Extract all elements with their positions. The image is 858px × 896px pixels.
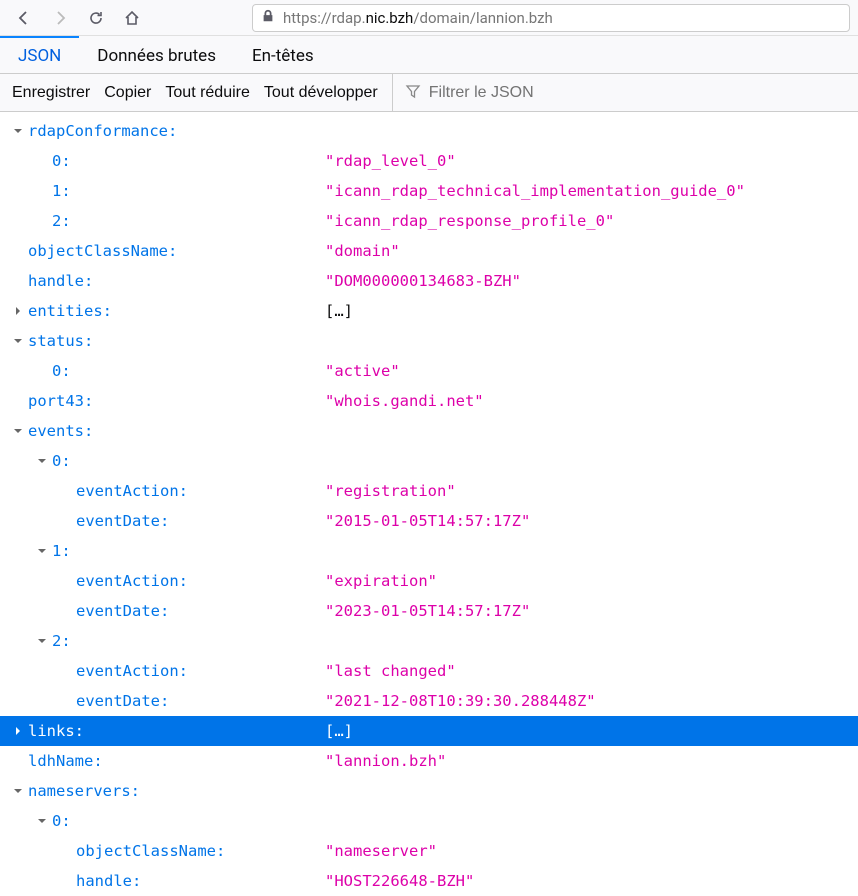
browser-navigation-bar: https://rdap.nic.bzh/domain/lannion.bzh xyxy=(0,0,858,36)
tree-row-entities[interactable]: entities:[…] xyxy=(0,296,858,326)
url-text: https://rdap.nic.bzh/domain/lannion.bzh xyxy=(283,9,553,27)
arrow-right-icon xyxy=(52,10,68,26)
tree-row-nameservers[interactable]: nameservers: xyxy=(0,776,858,806)
tree-row[interactable]: eventAction:"expiration" xyxy=(0,566,858,596)
url-bar[interactable]: https://rdap.nic.bzh/domain/lannion.bzh xyxy=(252,4,850,32)
filter-box xyxy=(392,74,846,111)
tree-row[interactable]: 0: xyxy=(0,806,858,836)
tree-row[interactable]: 1: xyxy=(0,536,858,566)
home-button[interactable] xyxy=(116,4,148,32)
save-button[interactable]: Enregistrer xyxy=(12,84,90,102)
copy-button[interactable]: Copier xyxy=(104,84,151,102)
tree-row[interactable]: handle:"HOST226648-BZH" xyxy=(0,866,858,896)
tree-row-ldhname[interactable]: ldhName:"lannion.bzh" xyxy=(0,746,858,776)
tree-row-links[interactable]: links:[…] xyxy=(0,716,858,746)
tree-row[interactable]: 1:"icann_rdap_technical_implementation_g… xyxy=(0,176,858,206)
collapse-all-button[interactable]: Tout réduire xyxy=(165,84,250,102)
chevron-down-icon[interactable] xyxy=(32,636,52,646)
tree-row[interactable]: eventDate:"2021-12-08T10:39:30.288448Z" xyxy=(0,686,858,716)
chevron-down-icon[interactable] xyxy=(8,786,28,796)
tab-headers[interactable]: En-têtes xyxy=(234,36,332,73)
chevron-down-icon[interactable] xyxy=(8,426,28,436)
funnel-icon xyxy=(405,83,421,103)
chevron-right-icon[interactable] xyxy=(8,306,28,316)
tab-raw-data[interactable]: Données brutes xyxy=(79,36,234,73)
filter-input[interactable] xyxy=(429,84,629,102)
home-icon xyxy=(124,10,140,26)
tree-row-port43[interactable]: port43:"whois.gandi.net" xyxy=(0,386,858,416)
tree-row-objectclassname[interactable]: objectClassName:"domain" xyxy=(0,236,858,266)
arrow-left-icon xyxy=(16,10,32,26)
forward-button[interactable] xyxy=(44,4,76,32)
tree-row[interactable]: eventDate:"2023-01-05T14:57:17Z" xyxy=(0,596,858,626)
tree-row[interactable]: eventAction:"last changed" xyxy=(0,656,858,686)
back-button[interactable] xyxy=(8,4,40,32)
reload-icon xyxy=(88,10,104,26)
chevron-down-icon[interactable] xyxy=(8,126,28,136)
tree-row[interactable]: eventAction:"registration" xyxy=(0,476,858,506)
json-tree: rdapConformance: 0:"rdap_level_0" 1:"ica… xyxy=(0,112,858,896)
chevron-down-icon[interactable] xyxy=(32,546,52,556)
chevron-down-icon[interactable] xyxy=(32,816,52,826)
tree-row[interactable]: objectClassName:"nameserver" xyxy=(0,836,858,866)
reload-button[interactable] xyxy=(80,4,112,32)
lock-icon xyxy=(261,9,275,27)
tree-row-handle[interactable]: handle:"DOM000000134683-BZH" xyxy=(0,266,858,296)
viewer-tabs: JSON Données brutes En-têtes xyxy=(0,36,858,74)
chevron-down-icon[interactable] xyxy=(32,456,52,466)
tree-row[interactable]: 0:"rdap_level_0" xyxy=(0,146,858,176)
tree-row[interactable]: 2:"icann_rdap_response_profile_0" xyxy=(0,206,858,236)
tree-row[interactable]: 2: xyxy=(0,626,858,656)
tree-row[interactable]: eventDate:"2015-01-05T14:57:17Z" xyxy=(0,506,858,536)
chevron-right-icon[interactable] xyxy=(8,726,28,736)
tree-row-rdapconformance[interactable]: rdapConformance: xyxy=(0,116,858,146)
tree-row-events[interactable]: events: xyxy=(0,416,858,446)
tree-row-status[interactable]: status: xyxy=(0,326,858,356)
tree-row[interactable]: 0: xyxy=(0,446,858,476)
chevron-down-icon[interactable] xyxy=(8,336,28,346)
tab-json[interactable]: JSON xyxy=(0,36,79,73)
json-toolbar: Enregistrer Copier Tout réduire Tout dév… xyxy=(0,74,858,112)
expand-all-button[interactable]: Tout développer xyxy=(264,84,378,102)
tree-row[interactable]: 0:"active" xyxy=(0,356,858,386)
